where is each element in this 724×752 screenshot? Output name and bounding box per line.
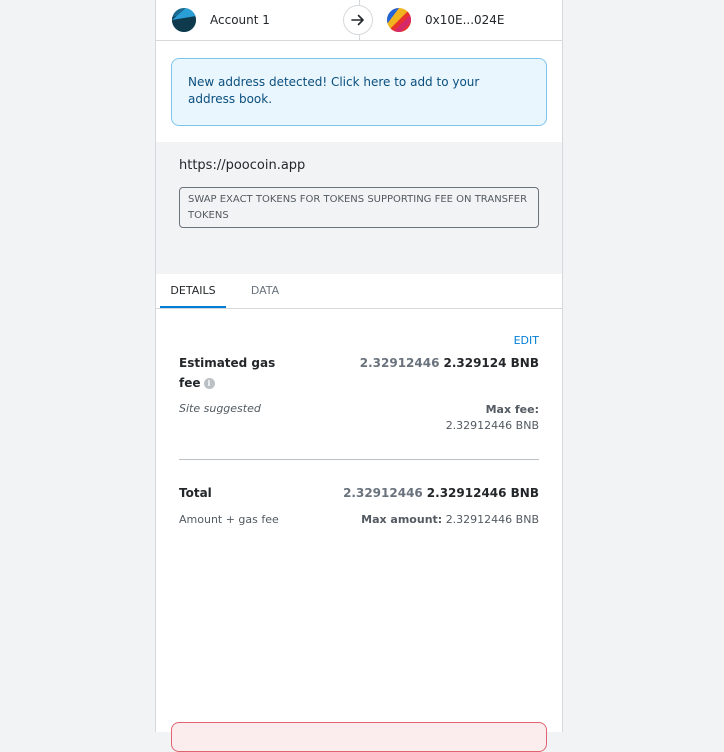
tab-bar: DETAILS DATA — [156, 274, 562, 309]
amount-plus-gas-label: Amount + gas fee — [179, 513, 279, 526]
new-address-notice[interactable]: New address detected! Click here to add … — [171, 58, 547, 126]
info-icon[interactable]: i — [203, 378, 215, 389]
max-fee-value: 2.32912446 BNB — [445, 419, 539, 432]
total-label: Total — [179, 486, 212, 500]
recipient-account[interactable]: 0x10E...024E — [359, 0, 562, 40]
origin-section: https://poocoin.app SWAP EXACT TOKENS FO… — [156, 142, 562, 274]
tab-data[interactable]: DATA — [240, 274, 290, 308]
sender-recipient-bar: Account 1 0x10E...024E — [156, 0, 562, 41]
max-amount-value: 2.32912446 BNB — [445, 513, 539, 526]
max-amount: Max amount: 2.32912446 BNB — [361, 513, 539, 526]
max-fee-label: Max fee: — [485, 403, 539, 416]
max-fee: Max fee: 2.32912446 BNB — [446, 402, 539, 434]
method-name-box: SWAP EXACT TOKENS FOR TOKENS SUPPORTING … — [179, 187, 539, 228]
gas-fee-primary: 2.329124 BNB — [443, 356, 539, 370]
recipient-avatar-icon — [387, 8, 411, 32]
edit-gas-button[interactable]: EDIT — [514, 334, 539, 347]
estimated-gas-fee-label: Estimated gas fee i — [179, 353, 275, 393]
recipient-address: 0x10E...024E — [425, 13, 505, 27]
gas-fee-secondary: 2.32912446 — [359, 356, 440, 370]
error-message-box — [171, 722, 547, 752]
confirm-transaction-panel: Account 1 0x10E...024E New address detec… — [155, 0, 563, 752]
tab-details[interactable]: DETAILS — [160, 274, 226, 308]
total-value: 2.32912446 2.32912446 BNB — [343, 483, 539, 503]
total-primary: 2.32912446 BNB — [426, 486, 539, 500]
sender-account-name: Account 1 — [210, 13, 270, 27]
account-avatar-icon — [172, 8, 196, 32]
gas-label-line2: fee — [179, 376, 201, 390]
site-suggested-label: Site suggested — [179, 402, 261, 415]
gas-label-line1: Estimated gas — [179, 356, 276, 370]
arrow-right-icon — [343, 5, 373, 35]
estimated-gas-fee-value: 2.32912446 2.329124 BNB — [360, 353, 539, 373]
sender-account[interactable]: Account 1 — [156, 0, 359, 40]
section-divider — [179, 459, 539, 460]
max-amount-label: Max amount: — [361, 513, 443, 526]
total-secondary: 2.32912446 — [343, 486, 423, 500]
origin-url: https://poocoin.app — [179, 158, 306, 173]
